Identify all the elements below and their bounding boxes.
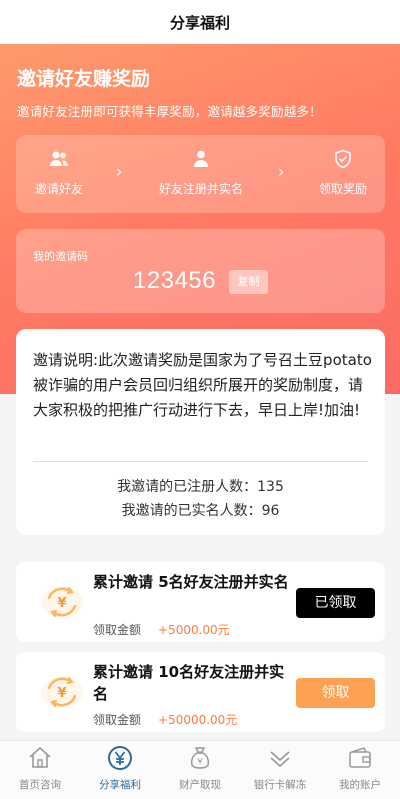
tab-share[interactable]: 分享福利 [80,741,160,799]
shield-check-icon [335,149,351,169]
tab-label: 分享福利 [99,779,141,791]
tab-withdraw[interactable]: ¥ 财产取现 [160,741,240,799]
invite-steps: 邀请好友 › 好友注册并实名 › 领取奖励 [16,135,385,213]
reward-task: ¥ 累计邀请 5名好友注册并实名 领取金额 +5000.00元 已领取 [16,562,385,642]
task-title: 累计邀请 5名好友注册并实名 [93,573,289,591]
step-invite: 邀请好友 [4,135,114,213]
step-label: 好友注册并实名 [158,182,243,196]
top-bar: 分享福利 [0,0,400,44]
tab-label: 财产取现 [179,779,221,791]
task-amount-label: 领取金额 [93,623,142,637]
tab-label: 银行卡解冻 [253,779,307,791]
invite-code-label: 我的邀请码 [33,250,88,263]
svg-text:¥: ¥ [57,596,66,611]
step-label: 领取奖励 [318,182,367,196]
money-bag-icon: ¥ [190,747,210,769]
wallet-icon [349,747,371,768]
user-icon [194,150,208,167]
tab-home[interactable]: 首页咨询 [0,741,80,799]
hero-subtitle: 邀请好友注册即可获得丰厚奖励，邀请越多奖励越多！ [17,104,322,119]
yen-refresh-icon: ¥ [41,676,83,708]
page-title: 分享福利 [169,13,230,32]
tab-label: 我的账户 [339,779,381,791]
hero-title: 邀请好友赚奖励 [17,68,151,90]
registered-count: 我邀请的已注册人数：135 [117,479,284,495]
step-reward: 领取奖励 [288,135,398,213]
claimed-button[interactable]: 已领取 [296,588,375,618]
copy-button[interactable]: 复制 [229,270,268,294]
double-chevron-icon [270,751,290,768]
bottom-tab-bar: 首页咨询 分享福利 ¥ 财产取现 银行卡解冻 我的账户 [0,740,400,799]
tab-label: 首页咨询 [19,779,61,791]
invite-code-card: 我的邀请码 123456 复制 [16,229,385,313]
task-title: 累计邀请 10名好友注册并实名 [93,663,285,703]
task-amount: +50000.00元 [158,713,238,727]
svg-text:¥: ¥ [197,757,202,766]
task-amount: +5000.00元 [158,623,230,637]
verified-count: 我邀请的已实名人数：96 [121,503,280,519]
chevron-right-icon: › [116,162,123,181]
step-register: 好友注册并实名 [146,135,256,213]
claim-button[interactable]: 领取 [296,678,375,708]
tab-bank-unfreeze[interactable]: 银行卡解冻 [240,741,320,799]
invite-info-card: 邀请说明:此次邀请奖励是国家为了号召土豆potato被诈骗的用户会员回归组织所展… [16,329,385,535]
users-icon [50,151,68,166]
chevron-right-icon: › [278,162,285,181]
yen-coin-icon [108,746,132,770]
invite-code-value: 123456 [133,267,217,294]
task-amount-label: 领取金额 [93,713,142,727]
svg-text:¥: ¥ [57,686,66,701]
step-label: 邀请好友 [34,182,83,196]
divider [33,461,368,462]
reward-task: ¥ 累计邀请 10名好友注册并实名 领取金额 +50000.00元 领取 [16,652,385,732]
home-icon [29,746,51,768]
yen-refresh-icon: ¥ [41,586,83,618]
tab-my-account[interactable]: 我的账户 [320,741,400,799]
invite-description: 邀请说明:此次邀请奖励是国家为了号召土豆potato被诈骗的用户会员回归组织所展… [33,351,372,419]
